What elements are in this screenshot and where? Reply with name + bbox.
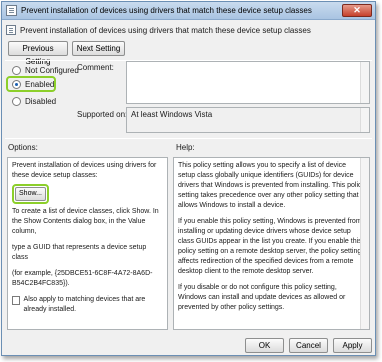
previous-setting-button[interactable]: Previous Setting: [8, 41, 68, 66]
title-bar[interactable]: Prevent installation of devices using dr…: [2, 2, 375, 20]
policy-setting-icon: [6, 5, 17, 16]
next-setting-button[interactable]: Next Setting: [72, 41, 125, 56]
radio-enabled[interactable]: Enabled: [12, 78, 54, 90]
apply-button[interactable]: Apply: [333, 338, 372, 353]
supported-on-value: At least Windows Vista: [131, 110, 213, 119]
radio-not-configured[interactable]: Not Configured: [12, 64, 79, 76]
close-button[interactable]: ✕: [342, 4, 372, 17]
policy-dialog-window: Prevent installation of devices using dr…: [1, 1, 376, 356]
help-panel: This policy setting allows you to specif…: [173, 157, 370, 330]
policy-name: Prevent installation of devices using dr…: [20, 26, 311, 35]
comment-label: Comment:: [77, 63, 114, 72]
options-text-guid: type a GUID that represents a device set…: [12, 244, 147, 261]
options-text-example: (for example, {25DBCE51-6C8F-4A72-8A6D-B…: [12, 270, 153, 287]
radio-label: Disabled: [25, 96, 57, 106]
window-title: Prevent installation of devices using dr…: [21, 6, 312, 15]
radio-button[interactable]: [12, 79, 21, 89]
help-paragraph: This policy setting allows you to specif…: [178, 162, 366, 209]
options-panel: Prevent installation of devices using dr…: [7, 157, 168, 330]
radio-button[interactable]: [12, 96, 21, 106]
policy-header: Prevent installation of devices using dr…: [6, 24, 366, 38]
comment-scrollbar[interactable]: [360, 62, 369, 103]
radio-label: Not Configured: [25, 65, 79, 75]
show-button[interactable]: Show...: [15, 187, 46, 201]
cancel-button[interactable]: Cancel: [289, 338, 328, 353]
options-text-create-list: To create a list of device classes, clic…: [12, 208, 159, 235]
supported-on-field: At least Windows Vista: [126, 107, 370, 133]
comment-textarea[interactable]: [126, 61, 370, 104]
apply-existing-label: Also apply to matching devices that are …: [23, 296, 146, 313]
help-paragraph: If you enable this policy setting, Windo…: [178, 218, 362, 275]
options-heading: Options:: [8, 143, 38, 152]
radio-disabled[interactable]: Disabled: [12, 95, 56, 107]
supported-on-label: Supported on:: [77, 110, 128, 119]
ok-button[interactable]: OK: [245, 338, 284, 353]
options-intro: Prevent installation of devices using dr…: [12, 162, 157, 179]
radio-button[interactable]: [12, 65, 21, 75]
radio-label: Enabled: [25, 79, 55, 89]
divider: [5, 138, 372, 139]
help-paragraph: If you disable or do not configure this …: [178, 284, 346, 311]
help-scrollbar[interactable]: [360, 158, 369, 329]
policy-setting-icon: [6, 25, 16, 35]
apply-existing-checkbox-row[interactable]: Also apply to matching devices that are …: [12, 295, 163, 315]
help-heading: Help:: [176, 143, 195, 152]
supported-scrollbar[interactable]: [360, 108, 369, 132]
apply-existing-checkbox[interactable]: [12, 296, 20, 305]
